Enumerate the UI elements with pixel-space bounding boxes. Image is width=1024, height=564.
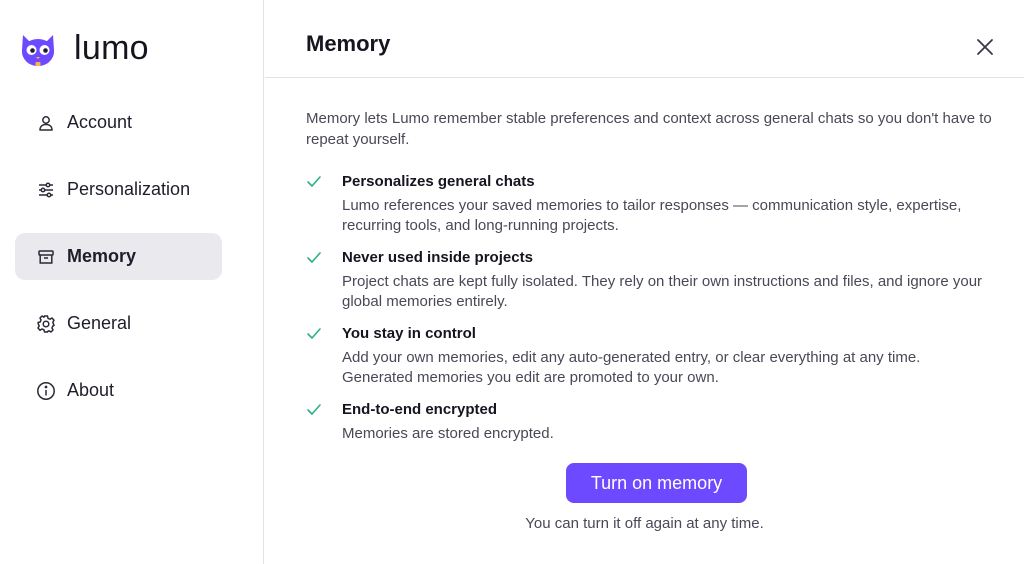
memory-panel: Memory Memory lets Lumo remember stable … — [265, 0, 1024, 564]
feature-item: Never used inside projects Project chats… — [306, 247, 1016, 312]
check-icon — [307, 176, 321, 187]
page-title: Memory — [306, 31, 391, 56]
feature-item: End-to-end encrypted Memories are stored… — [306, 399, 1016, 444]
memory-intro-text: Memory lets Lumo remember stable prefere… — [306, 110, 992, 148]
sidebar-item-label: About — [67, 380, 115, 400]
feature-description: Add your own memories, edit any auto-gen… — [342, 349, 921, 386]
sidebar-item-label: Account — [67, 112, 133, 132]
feature-description: Project chats are kept fully isolated. T… — [342, 273, 983, 310]
sidebar-item-label: Memory — [67, 246, 137, 266]
settings-sidebar: lumo Account Personalization Memory Gene… — [0, 0, 264, 564]
feature-description: Memories are stored encrypted. — [342, 425, 554, 442]
memory-content: Memory lets Lumo remember stable prefere… — [306, 108, 1016, 455]
sidebar-item-general[interactable]: General — [15, 300, 222, 347]
sidebar-item-personalization[interactable]: Personalization — [15, 166, 222, 213]
feature-item: Personalizes general chats Lumo referenc… — [306, 171, 1016, 236]
feature-item: You stay in control Add your own memorie… — [306, 323, 1016, 388]
settings-nav: Account Personalization Memory General A… — [15, 99, 222, 434]
panel-header: Memory — [265, 0, 1024, 78]
check-icon — [307, 252, 321, 263]
brand-name: lumo — [74, 29, 149, 67]
sidebar-item-memory[interactable]: Memory — [15, 233, 222, 280]
sliders-icon — [36, 180, 56, 200]
feature-title: Never used inside projects — [342, 249, 533, 266]
feature-title: Personalizes general chats — [342, 173, 535, 190]
feature-list: Personalizes general chats Lumo referenc… — [306, 171, 1016, 444]
feature-description: Lumo references your saved memories to t… — [342, 197, 962, 234]
archive-box-icon — [36, 247, 56, 267]
close-button[interactable] — [974, 36, 996, 58]
close-icon — [977, 39, 993, 55]
brand: lumo — [16, 26, 149, 70]
sidebar-item-label: General — [67, 313, 132, 333]
sidebar-item-label: Personalization — [67, 179, 191, 199]
user-icon — [36, 113, 56, 133]
lumo-cat-logo-icon — [22, 35, 54, 66]
check-icon — [307, 404, 321, 415]
sidebar-item-account[interactable]: Account — [15, 99, 222, 146]
info-circle-icon — [36, 381, 56, 401]
check-icon — [307, 328, 321, 339]
sidebar-item-about[interactable]: About — [15, 367, 222, 414]
feature-title: End-to-end encrypted — [342, 401, 498, 418]
turn-off-note: You can turn it off again at any time. — [525, 515, 764, 532]
gear-icon — [36, 314, 56, 334]
feature-title: You stay in control — [342, 325, 476, 342]
turn-on-memory-button[interactable]: Turn on memory — [566, 463, 747, 503]
